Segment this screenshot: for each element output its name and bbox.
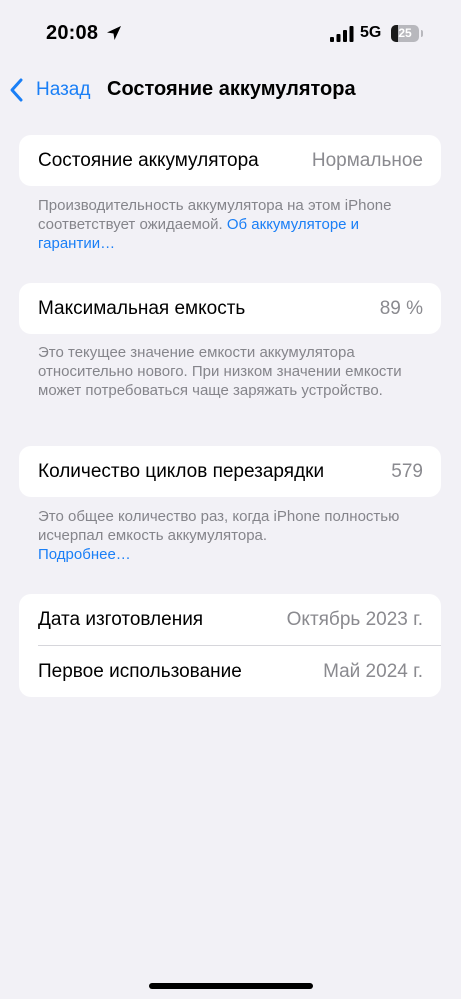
manufacture-date-label: Дата изготовления [38,608,204,630]
cycle-count-card: Количество циклов перезарядки 579 [19,446,441,497]
page-title: Состояние аккумулятора [107,78,356,100]
cycle-count-footnote-text: Это общее количество раз, когда iPhone п… [38,508,400,544]
maximum-capacity-label: Максимальная емкость [38,297,246,319]
chevron-left-icon [10,78,23,102]
battery-health-value: Нормальное [311,149,423,171]
maximum-capacity-footnote: Это текущее значение емкости аккумулятор… [38,343,410,400]
battery-health-label: Состояние аккумулятора [38,149,259,171]
cellular-signal-icon [330,26,354,42]
dates-card: Дата изготовления Октябрь 2023 г. Первое… [19,594,441,697]
maximum-capacity-footnote-text: Это текущее значение емкости аккумулятор… [38,344,402,399]
network-type: 5G [360,24,382,41]
status-bar: 20:08 5G 25 [0,0,461,60]
back-button[interactable]: Назад [8,74,90,106]
back-label: Назад [36,79,91,100]
battery-level: 25 [398,26,412,40]
maximum-capacity-value: 89 % [379,297,423,319]
first-use-label: Первое использование [38,660,242,682]
manufacture-date-row: Дата изготовления Октябрь 2023 г. [19,594,441,645]
battery-health-footnote: Производительность аккумулятора на этом … [38,196,410,253]
cycle-count-more-link[interactable]: Подробнее… [38,546,131,563]
navigation-bar: Назад Состояние аккумулятора [0,70,461,110]
cycle-count-label: Количество циклов перезарядки [38,460,325,482]
battery-icon: 25 [391,25,419,42]
manufacture-date-value: Октябрь 2023 г. [286,608,423,630]
home-indicator[interactable] [149,983,313,989]
cycle-count-row: Количество циклов перезарядки 579 [19,446,441,497]
battery-tip [421,30,423,37]
location-arrow-icon [107,26,121,40]
first-use-value: Май 2024 г. [323,660,423,682]
cycle-count-footnote: Это общее количество раз, когда iPhone п… [38,507,410,564]
battery-health-row: Состояние аккумулятора Нормальное [19,135,441,186]
cycle-count-value: 579 [391,460,423,482]
status-time: 20:08 [46,22,99,44]
maximum-capacity-card: Максимальная емкость 89 % [19,283,441,334]
maximum-capacity-row: Максимальная емкость 89 % [19,283,441,334]
first-use-row: Первое использование Май 2024 г. [19,646,441,697]
battery-health-card: Состояние аккумулятора Нормальное [19,135,441,186]
